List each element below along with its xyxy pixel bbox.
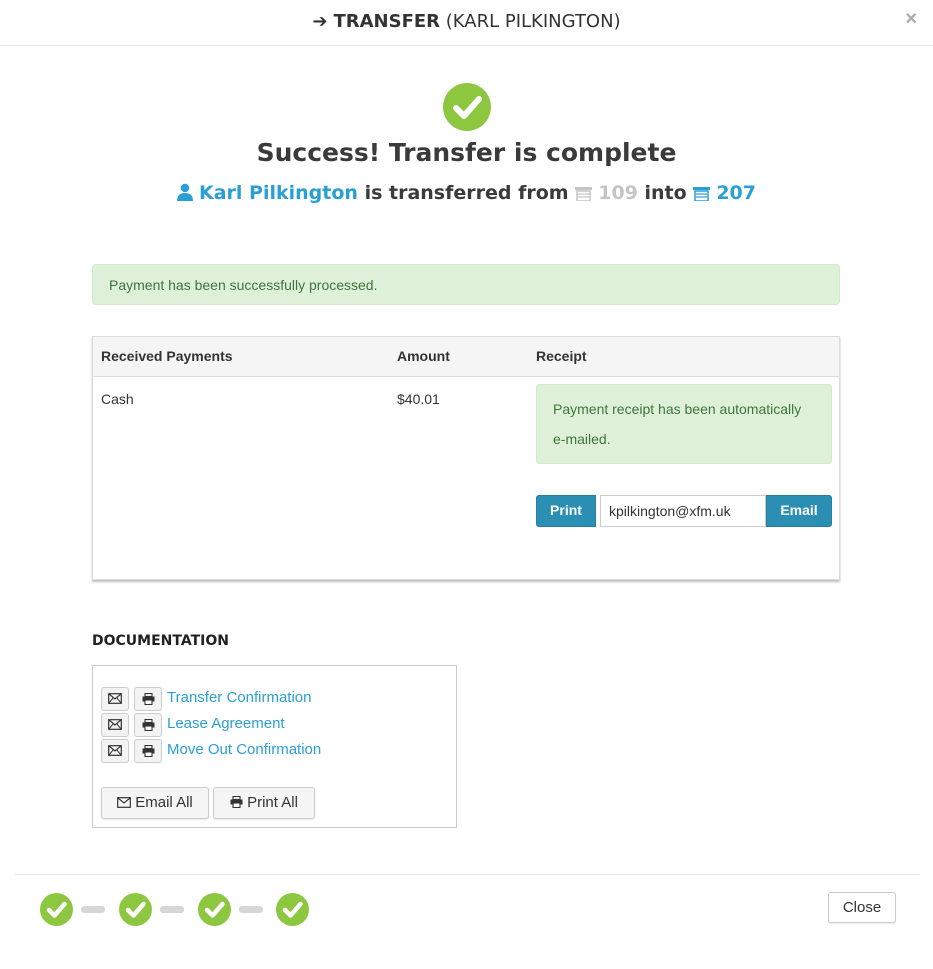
payment-success-alert: Payment has been successfully processed. [92,264,840,305]
printer-icon [142,692,154,706]
envelope-icon [108,719,122,730]
step-connector [81,906,105,913]
phrase-from: is transferred from [364,182,569,204]
envelope-icon [108,693,122,704]
printer-icon [142,744,154,758]
step-2-complete-icon [119,893,152,926]
printer-icon [142,718,154,732]
from-unit-number: 109 [598,182,638,204]
print-doc-button[interactable] [134,687,162,711]
envelope-icon [117,797,132,808]
step-1-complete-icon [40,893,73,926]
modal-title-sub: (KARL PILKINGTON) [445,11,621,32]
print-receipt-button[interactable]: Print [536,495,596,527]
print-all-label: Print All [247,794,298,811]
step-connector [239,906,263,913]
to-unit-link[interactable]: 207 [716,182,756,204]
transfer-summary: Karl Pilkington is transferred from 109 … [0,182,933,206]
payment-amount: $40.01 [397,391,440,407]
payments-panel: Received Payments Amount Receipt Cash $4… [92,336,840,580]
email-doc-button[interactable] [101,713,129,737]
arrow-right-icon: ➔ [312,11,328,32]
modal-title: ➔ TRANSFER (KARL PILKINGTON) [0,11,933,32]
step-3-complete-icon [198,893,231,926]
doc-link-move-out-confirmation[interactable]: Move Out Confirmation [167,741,321,758]
payments-table-header: Received Payments Amount Receipt [93,337,839,377]
header-received-payments: Received Payments [101,348,233,364]
documentation-box: Transfer Confirmation Lease Agreement Mo… [92,665,457,828]
step-4-complete-icon [276,893,309,926]
documentation-title: DOCUMENTATION [92,633,229,649]
unit-icon-from [575,184,593,206]
step-connector [160,906,184,913]
user-icon [177,183,193,206]
success-check-icon [443,83,491,131]
print-doc-button[interactable] [134,713,162,737]
modal-title-main: TRANSFER [333,11,441,32]
phrase-into: into [644,182,687,204]
header-receipt: Receipt [536,348,587,364]
print-all-button[interactable]: Print All [213,787,315,819]
modal-header: ➔ TRANSFER (KARL PILKINGTON) × [0,0,933,46]
success-headline: Success! Transfer is complete [256,138,677,167]
header-amount: Amount [397,348,450,364]
email-all-label: Email All [135,794,193,811]
email-doc-button[interactable] [101,739,129,763]
receipt-emailed-alert: Payment receipt has been automatically e… [536,384,832,464]
close-icon[interactable]: × [905,9,917,29]
email-doc-button[interactable] [101,687,129,711]
close-button[interactable]: Close [828,892,896,923]
email-receipt-button[interactable]: Email [766,495,832,527]
doc-link-lease-agreement[interactable]: Lease Agreement [167,715,285,732]
envelope-icon [108,745,122,756]
tenant-name-link[interactable]: Karl Pilkington [199,182,358,204]
unit-icon-to [693,184,711,206]
footer-divider [15,874,919,875]
receipt-email-input[interactable] [600,495,766,527]
email-all-button[interactable]: Email All [101,787,209,819]
doc-link-transfer-confirmation[interactable]: Transfer Confirmation [167,689,312,706]
print-doc-button[interactable] [134,739,162,763]
payment-method: Cash [101,391,134,407]
printer-icon [230,795,243,809]
